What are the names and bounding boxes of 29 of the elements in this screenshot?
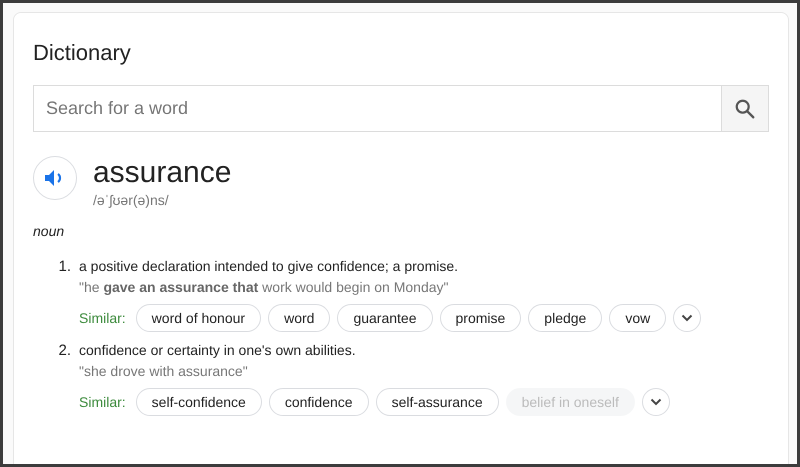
synonym-chip[interactable]: word xyxy=(268,304,330,332)
synonym-chip[interactable]: promise xyxy=(440,304,522,332)
example-sentence: "she drove with assurance" xyxy=(79,362,249,381)
search-field[interactable]: Search for a word xyxy=(33,85,721,132)
sense-number: 1. xyxy=(57,257,71,277)
chevron-down-icon xyxy=(681,314,694,322)
similar-label: Similar: xyxy=(79,392,126,412)
search-button[interactable] xyxy=(721,85,769,132)
synonym-chip[interactable]: word of honour xyxy=(136,304,262,332)
expand-button[interactable] xyxy=(673,304,702,332)
example-sentence: "he gave an assurance that work would begin on Monday" xyxy=(79,278,450,297)
synonym-chip[interactable]: vow xyxy=(609,304,666,332)
chevron-down-icon xyxy=(650,398,662,406)
speaker-button[interactable] xyxy=(33,156,77,200)
sense-number: 2. xyxy=(57,341,71,361)
synonym-chip[interactable]: self-confidence xyxy=(136,388,262,416)
synonym-chip[interactable]: confidence xyxy=(268,388,369,416)
synonym-chip[interactable]: self-assurance xyxy=(376,388,499,416)
part-of-speech: noun xyxy=(33,222,66,241)
synonym-chip[interactable]: pledge xyxy=(528,304,602,332)
pronunciation: /əˈʃʊər(ə)ns/ xyxy=(93,191,170,210)
similar-label: Similar: xyxy=(79,308,126,328)
expand-button[interactable] xyxy=(642,388,670,416)
definition: confidence or certainty in one's own abilities. xyxy=(79,341,357,360)
definition: a positive declaration intended to give confidence; a promise. xyxy=(79,257,460,276)
search-icon xyxy=(734,98,756,120)
card-title: Dictionary xyxy=(33,39,132,67)
headword: assurance xyxy=(93,156,232,190)
synonym-chip[interactable]: guarantee xyxy=(337,304,432,332)
